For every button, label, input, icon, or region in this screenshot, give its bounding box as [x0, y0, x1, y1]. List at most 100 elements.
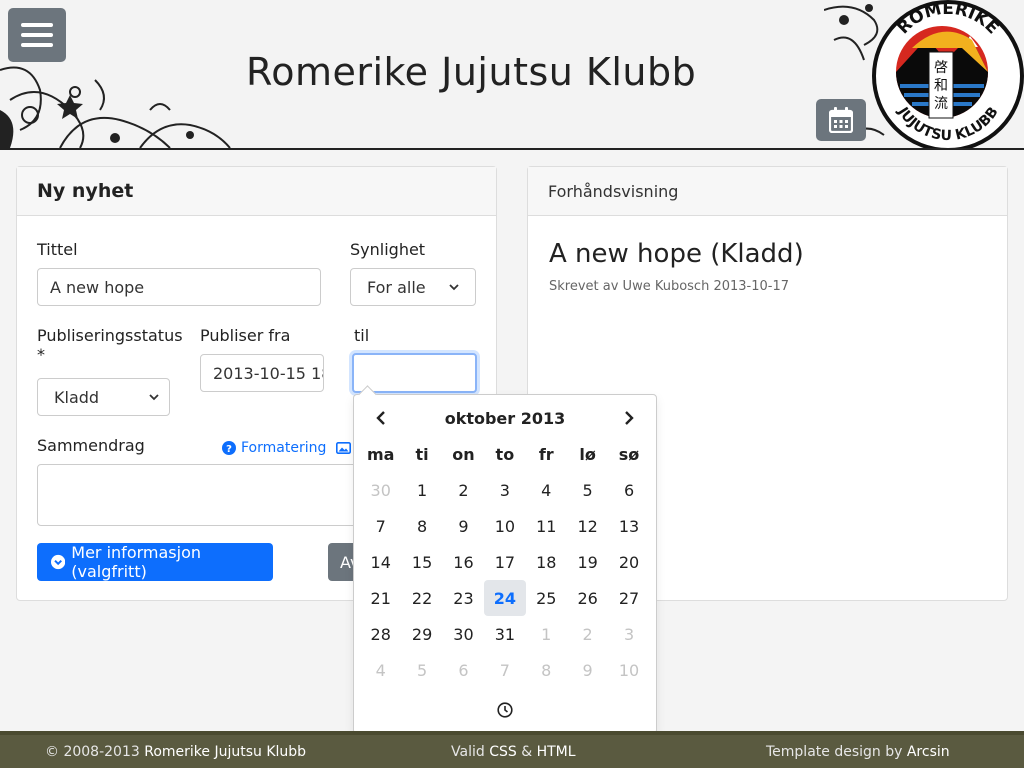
calendar-day[interactable]: 6	[443, 652, 484, 688]
calendar-day[interactable]: 23	[443, 580, 484, 616]
status-select[interactable]: Kladd	[37, 378, 170, 416]
menu-bar-icon	[21, 23, 53, 27]
menu-bar-icon	[21, 33, 53, 37]
calendar-day[interactable]: 30	[443, 616, 484, 652]
site-header: Romerike Jujutsu Klubb 啓 和 流 ROMERIKE JU…	[0, 0, 1024, 150]
publish-from-label: Publiser fra	[200, 326, 291, 345]
calendar-day[interactable]: 15	[401, 544, 442, 580]
calendar-week-row: 28 29 30 31 1 2 3	[360, 616, 650, 652]
image-icon[interactable]	[336, 442, 351, 454]
footer-design: Template design by Arcsin	[766, 744, 950, 760]
publish-from-input[interactable]: 2013-10-15 18:	[200, 354, 324, 392]
svg-text:和: 和	[934, 78, 948, 94]
chevron-down-icon	[149, 393, 159, 400]
publish-to-label: til	[354, 326, 370, 345]
calendar-day[interactable]: 8	[526, 652, 567, 688]
status-selected-value: Kladd	[54, 387, 100, 407]
month-label[interactable]: oktober 2013	[445, 409, 566, 428]
prev-month-button[interactable]	[368, 405, 394, 431]
calendar-day[interactable]: 28	[360, 616, 401, 652]
calendar-button[interactable]	[816, 99, 866, 141]
weekday-label: to	[495, 444, 515, 464]
calendar-day[interactable]: 10	[608, 652, 649, 688]
footer-valid: Valid CSS & HTML	[451, 744, 576, 760]
calendar-day[interactable]: 25	[526, 580, 567, 616]
publish-to-input[interactable]	[352, 353, 477, 393]
calendar-day[interactable]: 14	[360, 544, 401, 580]
calendar-day[interactable]: 27	[608, 580, 649, 616]
calendar-day[interactable]: 1	[526, 616, 567, 652]
calendar-day[interactable]: 20	[608, 544, 649, 580]
visibility-selected-value: For alle	[367, 277, 426, 297]
more-info-button[interactable]: Mer informasjon (valgfritt)	[37, 543, 273, 581]
hamburger-menu-button[interactable]	[8, 8, 66, 62]
calendar-day[interactable]: 5	[401, 652, 442, 688]
html-link[interactable]: HTML	[537, 744, 576, 760]
calendar-day[interactable]: 5	[567, 472, 608, 508]
club-logo[interactable]: 啓 和 流 ROMERIKE JUJUTSU KLUBB	[872, 0, 1024, 150]
svg-text:啓: 啓	[934, 60, 948, 76]
calendar-day[interactable]: 30	[360, 472, 401, 508]
weekday-label: on	[452, 444, 475, 464]
calendar-day[interactable]: 29	[401, 616, 442, 652]
chevron-right-icon	[625, 411, 634, 425]
title-input[interactable]: A new hope	[37, 268, 321, 306]
calendar-day-today[interactable]: 24	[484, 580, 526, 616]
designer-link[interactable]: Arcsin	[907, 744, 950, 760]
formatting-link-text: Formatering	[241, 440, 327, 456]
calendar-day[interactable]: 17	[484, 544, 525, 580]
calendar-day[interactable]: 2	[567, 616, 608, 652]
calendar-day[interactable]: 9	[443, 508, 484, 544]
preview-article-title: A new hope (Kladd)	[549, 239, 804, 269]
calendar-day[interactable]: 12	[567, 508, 608, 544]
design-prefix: Template design by	[766, 743, 903, 760]
chevron-down-icon	[449, 283, 459, 290]
calendar-day[interactable]: 4	[526, 472, 567, 508]
site-footer: © 2008-2013 Romerike Jujutsu Klubb Valid…	[0, 731, 1024, 768]
calendar-day[interactable]: 16	[443, 544, 484, 580]
weekday-label: ma	[366, 444, 395, 464]
calendar-day[interactable]: 22	[401, 580, 442, 616]
weekday-header-row: ma ti on to fr lø sø	[360, 436, 650, 472]
calendar-day[interactable]: 7	[360, 508, 401, 544]
card-header: Ny nyhet	[17, 167, 496, 216]
calendar-day[interactable]: 26	[567, 580, 608, 616]
next-month-button[interactable]	[616, 405, 642, 431]
svg-text:?: ?	[226, 444, 232, 455]
calendar-day[interactable]: 2	[443, 472, 484, 508]
calendar-day[interactable]: 13	[608, 508, 649, 544]
calendar-day[interactable]: 8	[401, 508, 442, 544]
calendar-day[interactable]: 7	[484, 652, 525, 688]
calendar-day[interactable]: 4	[360, 652, 401, 688]
calendar-grid: ma ti on to fr lø sø 30 1 2 3 4 5 6 7 8 9 10 11 12 13 14 15 16 1…	[360, 436, 650, 688]
calendar-day[interactable]: 6	[608, 472, 649, 508]
svg-text:流: 流	[934, 96, 948, 112]
calendar-day[interactable]: 9	[567, 652, 608, 688]
visibility-label: Synlighet	[350, 240, 426, 259]
summary-textarea[interactable]	[37, 464, 357, 526]
visibility-select[interactable]: For alle	[350, 268, 476, 306]
calendar-week-row: 4 5 6 7 8 9 10	[360, 652, 650, 688]
time-picker-toggle[interactable]	[354, 697, 656, 723]
chevron-left-icon	[376, 411, 385, 425]
calendar-day[interactable]: 31	[484, 616, 525, 652]
weekday-label: lø	[579, 444, 596, 464]
clock-icon	[497, 702, 513, 718]
calendar-day[interactable]: 3	[484, 472, 525, 508]
site-title[interactable]: Romerike Jujutsu Klubb	[246, 50, 696, 94]
datepicker-header: oktober 2013	[354, 403, 656, 433]
calendar-day[interactable]: 1	[401, 472, 442, 508]
css-link[interactable]: CSS	[489, 744, 517, 760]
datepicker-popup: oktober 2013 ma ti on to fr lø sø 30 1 2 3 4 5 6 7 8 9 10…	[353, 394, 657, 734]
footer-club-link[interactable]: Romerike Jujutsu Klubb	[144, 744, 306, 760]
weekday-label: sø	[618, 444, 640, 464]
weekday-label: fr	[538, 444, 554, 464]
calendar-day[interactable]: 18	[526, 544, 567, 580]
calendar-day[interactable]: 3	[608, 616, 649, 652]
calendar-day[interactable]: 11	[526, 508, 567, 544]
calendar-day[interactable]: 21	[360, 580, 401, 616]
formatting-link[interactable]: ? Formatering	[222, 440, 326, 456]
calendar-day[interactable]: 10	[484, 508, 525, 544]
calendar-week-row: 14 15 16 17 18 19 20	[360, 544, 650, 580]
calendar-day[interactable]: 19	[567, 544, 608, 580]
